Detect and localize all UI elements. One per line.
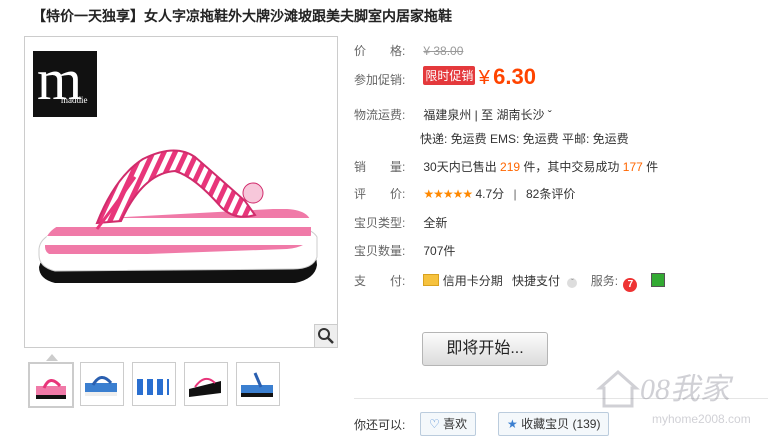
rating-divider: | (513, 187, 517, 201)
shipping-row: 物流运费: 福建泉州 | 至 湖南长沙 ˇ (354, 106, 552, 123)
thumbnail-5[interactable] (236, 362, 280, 406)
sandal-image (38, 149, 318, 283)
zoom-button[interactable] (314, 324, 337, 347)
price-label: 价 格: (354, 44, 406, 58)
quantity-row: 宝贝数量: 707件 (354, 242, 455, 259)
price-row: 价 格: ¥ 38.00 (354, 42, 463, 59)
actions-label: 你还可以: (354, 418, 406, 432)
rating-stars-icon: ★★★★★ (423, 187, 473, 201)
service-label: 服务: (590, 274, 619, 288)
type-value: 全新 (423, 216, 448, 230)
collect-button[interactable]: ★ 收藏宝贝 (139) (498, 412, 610, 436)
main-product-image[interactable]: m maddie (24, 36, 338, 348)
sales-label: 销 量: (354, 160, 406, 174)
selected-thumb-indicator (46, 354, 58, 361)
watermark: 08我家 myhome2008.com (592, 354, 768, 448)
rating-row: 评 价: ★★★★★ 4.7分 | 82条评价 (354, 185, 575, 202)
dropdown-icon[interactable]: ˇ (567, 278, 578, 288)
thumbnail-2[interactable] (80, 362, 124, 406)
sales-prefix: 30天内已售出 (423, 160, 497, 174)
rating-score: 4.7分 (475, 187, 505, 201)
thumbnail-1[interactable] (28, 362, 74, 408)
rating-label: 评 价: (354, 187, 406, 201)
house-icon (596, 369, 640, 408)
credit-installment-link[interactable]: 信用卡分期 (443, 274, 503, 288)
shipping-fees: 快递: 免运费 EMS: 免运费 平邮: 免运费 (420, 132, 629, 146)
service-7-icon[interactable]: 7 (623, 278, 638, 292)
quick-pay-link[interactable]: 快捷支付 (512, 274, 560, 288)
watermark-sub: myhome2008.com (652, 412, 751, 426)
service-check-icon[interactable] (650, 273, 665, 287)
heart-icon: ♡ (429, 417, 440, 431)
type-label: 宝贝类型: (354, 216, 406, 230)
shipping-route-select[interactable]: 福建泉州 | 至 湖南长沙 ˇ (423, 108, 551, 122)
sales-mid: 件，其中交易成功 (523, 160, 620, 174)
type-row: 宝贝类型: 全新 (354, 214, 447, 231)
promo-price: 6.30 (493, 64, 536, 89)
payment-label: 支 付: (354, 274, 406, 288)
promo-row: 参加促销: 限时促销 ¥ 6.30 (354, 64, 536, 90)
star-icon: ★ (507, 417, 518, 431)
brand-logo: m maddie (33, 47, 97, 117)
promo-tag: 限时促销 (423, 66, 476, 85)
sales-suffix: 件 (646, 160, 659, 174)
like-label: 喜欢 (443, 417, 468, 431)
sales-success-count: 177 (622, 160, 643, 174)
like-button[interactable]: ♡ 喜欢 (420, 412, 477, 436)
rating-reviews-link[interactable]: 82条评价 (526, 187, 575, 201)
sales-sold-count: 219 (500, 160, 521, 174)
promo-label: 参加促销: (354, 73, 406, 87)
shipping-label: 物流运费: (354, 108, 406, 122)
product-title: 【特价一天独享】女人字凉拖鞋外大牌沙滩坡跟美夫脚室内居家拖鞋 (32, 8, 452, 24)
collect-label: 收藏宝贝 (139) (521, 417, 601, 431)
card-icon (423, 274, 440, 286)
thumbnail-3[interactable] (132, 362, 176, 406)
original-price: ¥ 38.00 (423, 44, 464, 58)
payment-row: 支 付: 信用卡分期 快捷支付 ˇ 服务: 7 (354, 272, 665, 292)
buy-button[interactable]: 即将开始... (422, 332, 548, 366)
promo-currency: ¥ (478, 67, 490, 89)
brand-logo-word: maddie (61, 95, 88, 105)
zoom-icon (318, 328, 334, 344)
quantity-label: 宝贝数量: (354, 244, 406, 258)
quantity-value: 707件 (423, 244, 456, 258)
watermark-main: 08我家 (640, 373, 730, 406)
sales-row: 销 量: 30天内已售出 219 件，其中交易成功 177 件 (354, 158, 658, 175)
thumbnail-4[interactable] (184, 362, 228, 406)
divider (354, 398, 768, 399)
